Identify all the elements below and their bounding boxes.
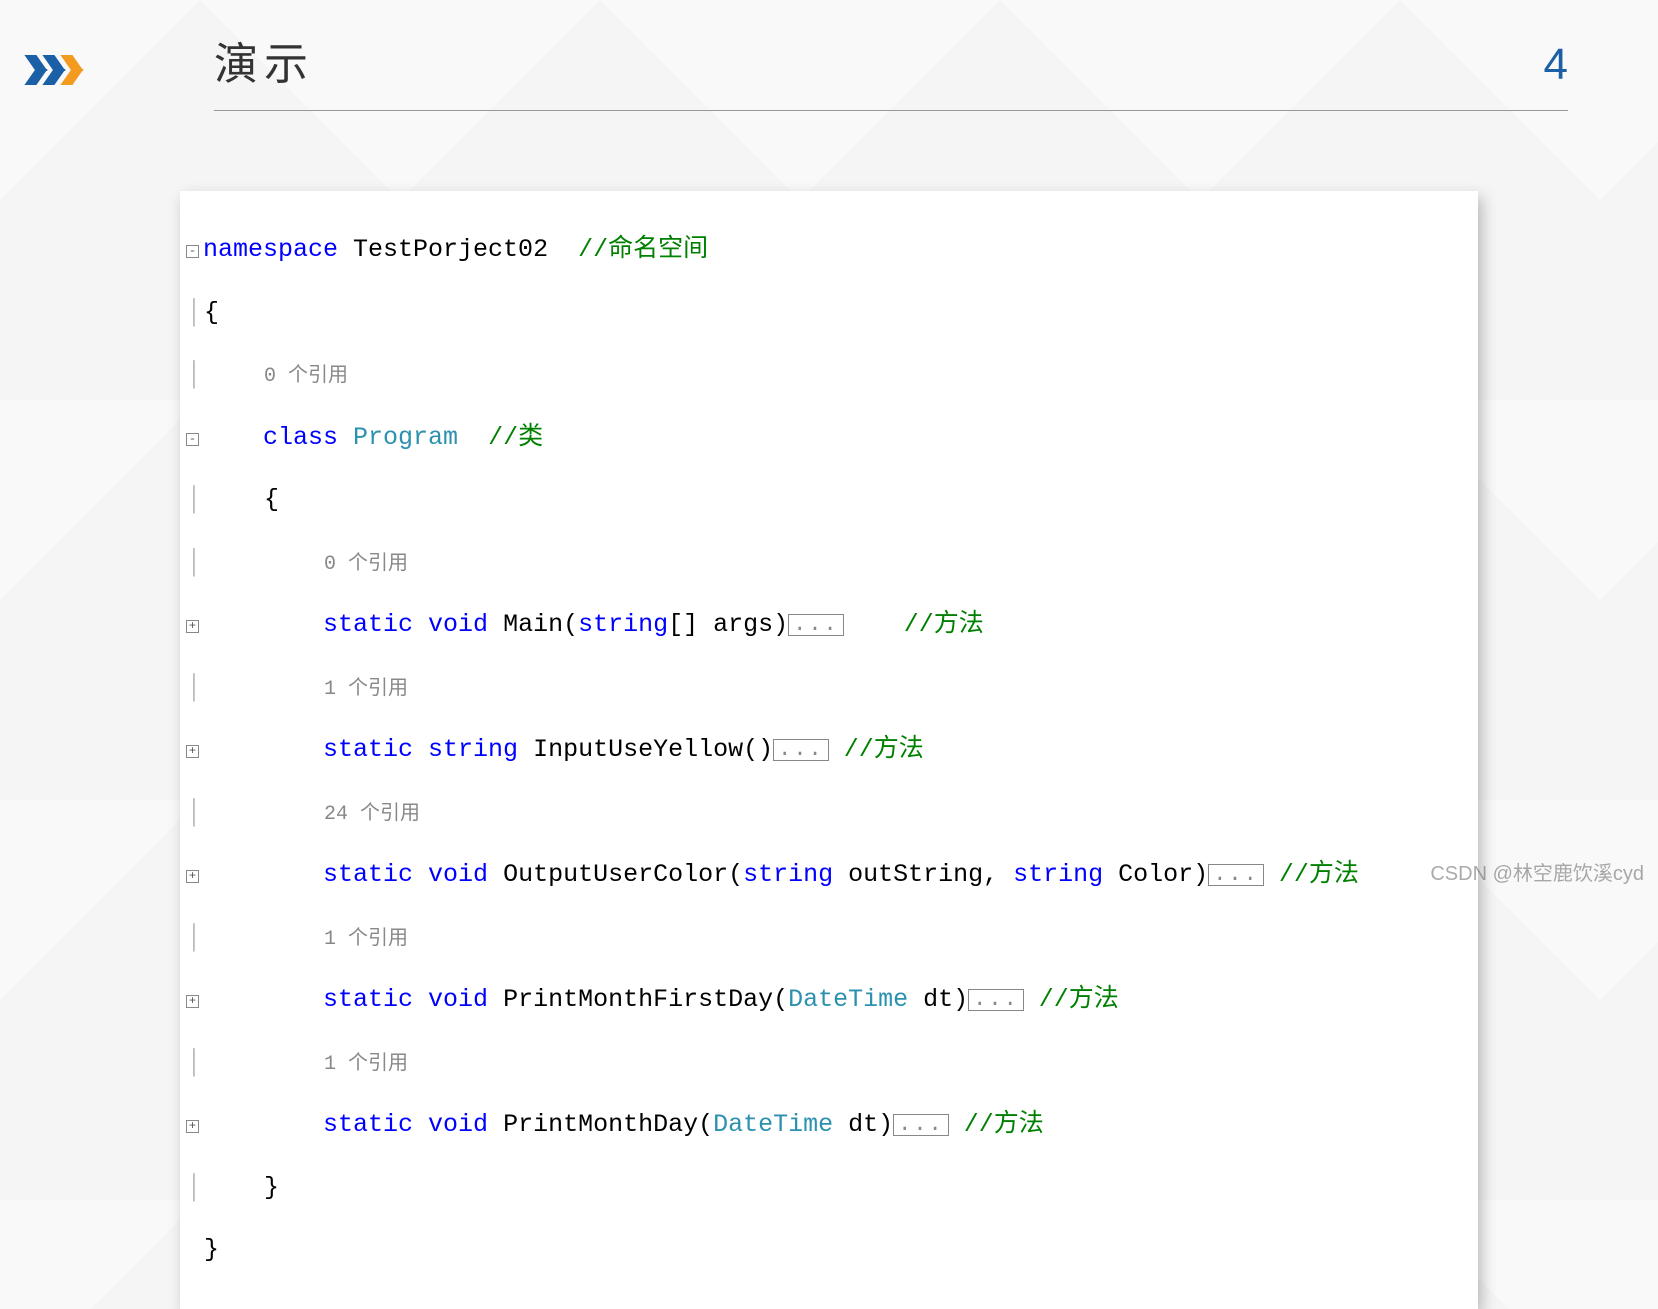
keyword: string	[1013, 860, 1103, 889]
keyword: string	[578, 610, 668, 639]
keyword: string	[743, 860, 833, 889]
collapsed-region[interactable]: ...	[773, 739, 829, 761]
keyword: void	[413, 610, 488, 639]
fold-minus-icon[interactable]: -	[186, 433, 199, 446]
slide-title: 演示	[214, 28, 314, 92]
chevron-icon	[48, 55, 64, 85]
namespace-name: TestPorject02	[338, 235, 578, 264]
keyword: namespace	[203, 235, 338, 264]
codelens-references[interactable]: 0 个引用	[264, 365, 348, 388]
keyword: static	[323, 1110, 413, 1139]
code-content: -namespace TestPorject02 //命名空间 │{ │ 0 个…	[180, 203, 1478, 1297]
logo-chevrons	[30, 55, 84, 85]
collapsed-region[interactable]: ...	[968, 989, 1024, 1011]
keyword: static	[323, 985, 413, 1014]
keyword: class	[263, 423, 338, 452]
keyword: static	[323, 610, 413, 639]
collapsed-region[interactable]: ...	[788, 614, 844, 636]
collapsed-region[interactable]: ...	[1208, 864, 1264, 886]
params: dt)	[908, 985, 968, 1014]
brace: }	[264, 1173, 279, 1202]
codelens-references[interactable]: 1 个引用	[324, 1053, 408, 1076]
method-name: InputUseYellow()	[518, 735, 773, 764]
method-name: PrintMonthDay(	[488, 1110, 713, 1139]
brace: {	[204, 298, 219, 327]
keyword: static	[323, 735, 413, 764]
watermark-text: CSDN @林空鹿饮溪cyd	[1430, 857, 1644, 886]
comment: //方法	[1039, 985, 1119, 1014]
fold-plus-icon[interactable]: +	[186, 745, 199, 758]
type-name: DateTime	[788, 985, 908, 1014]
page-number: 4	[1544, 40, 1568, 90]
type-name: Program	[338, 423, 488, 452]
code-editor-panel: -namespace TestPorject02 //命名空间 │{ │ 0 个…	[180, 191, 1478, 1309]
comment: //命名空间	[578, 235, 708, 264]
keyword: void	[413, 985, 488, 1014]
fold-plus-icon[interactable]: +	[186, 995, 199, 1008]
comment: //方法	[844, 735, 924, 764]
keyword: void	[413, 1110, 488, 1139]
params: outString,	[833, 860, 1013, 889]
comment: //方法	[964, 1110, 1044, 1139]
chevron-icon	[30, 55, 46, 85]
type-name: DateTime	[713, 1110, 833, 1139]
collapsed-region[interactable]: ...	[893, 1114, 949, 1136]
title-bar: 演示 4	[214, 28, 1568, 111]
method-name: OutputUserColor(	[488, 860, 743, 889]
comment: //类	[488, 423, 543, 452]
fold-plus-icon[interactable]: +	[186, 1120, 199, 1133]
slide-header: 演示 4	[0, 0, 1658, 111]
params: dt)	[833, 1110, 893, 1139]
brace: {	[264, 485, 279, 514]
comment: //方法	[1279, 860, 1359, 889]
chevron-icon	[66, 55, 82, 85]
codelens-references[interactable]: 1 个引用	[324, 678, 408, 701]
params: Color)	[1103, 860, 1208, 889]
codelens-references[interactable]: 1 个引用	[324, 928, 408, 951]
codelens-references[interactable]: 24 个引用	[324, 803, 420, 826]
keyword: static	[323, 860, 413, 889]
comment: //方法	[904, 610, 984, 639]
fold-plus-icon[interactable]: +	[186, 620, 199, 633]
codelens-references[interactable]: 0 个引用	[324, 553, 408, 576]
fold-minus-icon[interactable]: -	[186, 245, 199, 258]
fold-plus-icon[interactable]: +	[186, 870, 199, 883]
keyword: string	[413, 735, 518, 764]
method-name: PrintMonthFirstDay(	[488, 985, 788, 1014]
keyword: void	[413, 860, 488, 889]
params: [] args)	[668, 610, 788, 639]
brace: }	[204, 1235, 219, 1264]
method-name: Main(	[488, 610, 578, 639]
